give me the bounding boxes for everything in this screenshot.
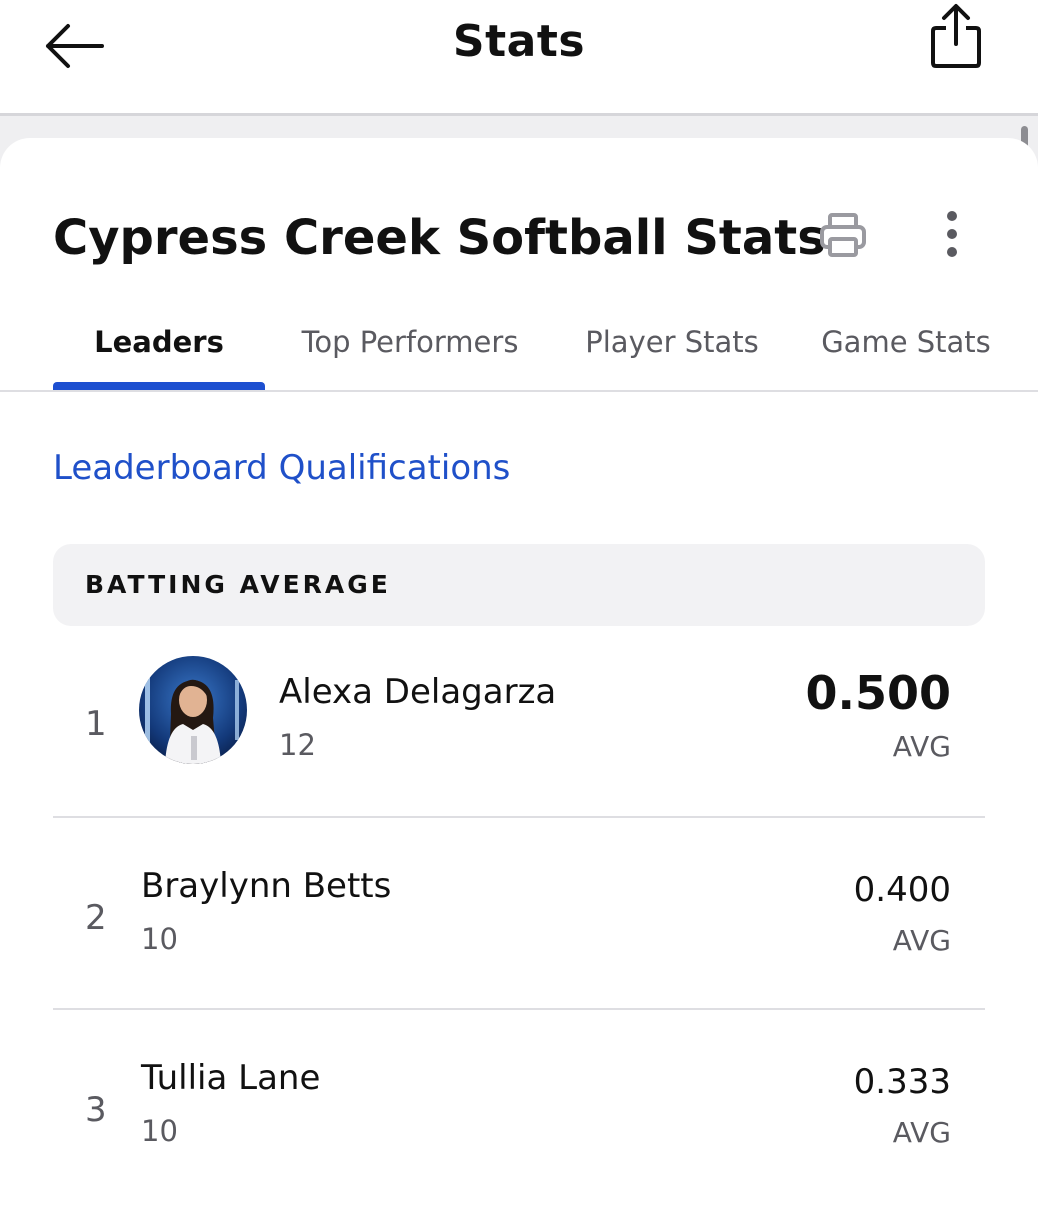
rank-number: 3 xyxy=(85,1090,107,1130)
leaderboard-row[interactable]: 2 Braylynn Betts 10 0.400 AVG xyxy=(53,820,985,1010)
more-options-button[interactable] xyxy=(932,208,972,260)
tab-player-stats[interactable]: Player Stats xyxy=(576,320,768,390)
player-number: 12 xyxy=(279,728,316,762)
page-title: Stats xyxy=(452,16,586,67)
section-header: BATTING AVERAGE xyxy=(53,544,985,626)
print-icon xyxy=(820,213,866,257)
top-app-bar: Stats xyxy=(0,0,1038,116)
active-tab-indicator xyxy=(53,382,265,390)
tab-top-performers[interactable]: Top Performers xyxy=(290,320,530,390)
leaderboard-qualifications-link[interactable]: Leaderboard Qualifications xyxy=(53,448,510,488)
stat-unit: AVG xyxy=(892,1116,951,1149)
card-title: Cypress Creek Softball Stats xyxy=(53,210,826,266)
stat-value: 0.400 xyxy=(853,870,951,910)
share-icon xyxy=(931,4,981,68)
player-name: Braylynn Betts xyxy=(141,866,392,906)
section-title: BATTING AVERAGE xyxy=(85,570,391,599)
rank-number: 2 xyxy=(85,898,107,938)
rank-number: 1 xyxy=(85,704,107,744)
player-number: 10 xyxy=(141,922,178,956)
leaderboard-row[interactable]: 1 Alexa Delagarza 12 0.500 AVG xyxy=(53,628,985,818)
stat-value: 0.500 xyxy=(805,666,951,720)
stats-card: Cypress Creek Softball Stats Leaders Top… xyxy=(0,138,1038,1218)
stat-unit: AVG xyxy=(892,730,951,763)
stat-value: 0.333 xyxy=(853,1062,951,1102)
more-vertical-icon xyxy=(947,211,957,257)
leaderboard-row[interactable]: 3 Tullia Lane 10 0.333 AVG xyxy=(53,1012,985,1202)
player-name: Tullia Lane xyxy=(141,1058,321,1098)
tab-game-stats[interactable]: Game Stats xyxy=(812,320,1000,390)
print-button[interactable] xyxy=(816,212,870,258)
stat-unit: AVG xyxy=(892,924,951,957)
share-button[interactable] xyxy=(924,0,988,72)
tab-leaders[interactable]: Leaders xyxy=(53,320,265,390)
player-name: Alexa Delagarza xyxy=(279,672,557,712)
player-number: 10 xyxy=(141,1114,178,1148)
player-avatar xyxy=(139,656,247,764)
